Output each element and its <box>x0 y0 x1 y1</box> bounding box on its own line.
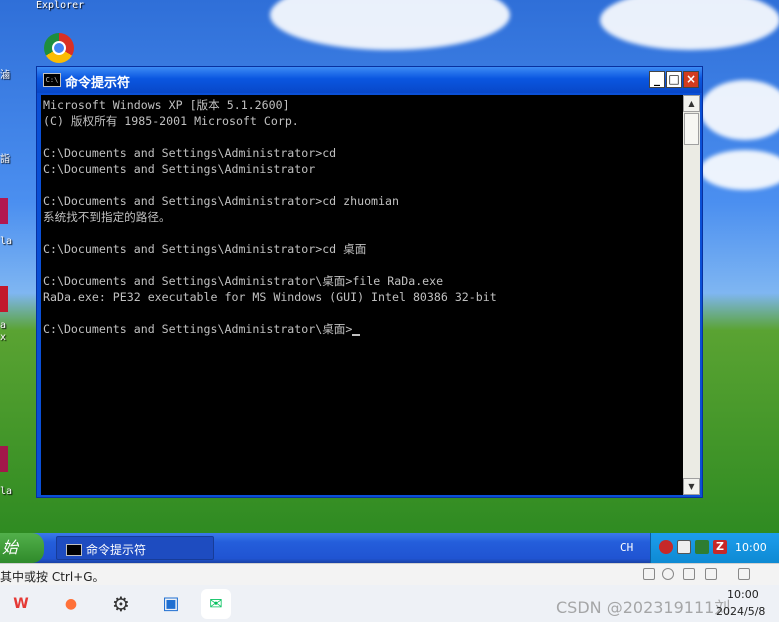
tray-clock[interactable]: 10:00 <box>735 541 767 554</box>
cloud <box>700 80 779 140</box>
console-line: C:\Documents and Settings\Administrator>… <box>43 242 367 256</box>
cloud <box>270 0 510 50</box>
console-line: C:\Documents and Settings\Administrator\… <box>43 274 444 288</box>
console-line: (C) 版权所有 1985-2001 Microsoft Corp. <box>43 114 299 128</box>
console-prompt: C:\Documents and Settings\Administrator\… <box>43 322 353 336</box>
desktop-icon-label: 滷 <box>0 70 10 81</box>
console-prompt-line[interactable]: C:\Documents and Settings\Administrator\… <box>43 321 361 337</box>
scroll-down-arrow-icon[interactable]: ▼ <box>683 478 700 495</box>
taskbar-item-cmd[interactable]: 命令提示符 <box>56 536 214 560</box>
cloud <box>600 0 779 50</box>
status-hint: 其中或按 Ctrl+G。 <box>0 570 105 584</box>
cd-icon[interactable] <box>662 568 674 580</box>
settings-gear-icon[interactable]: ⚙ <box>106 589 136 619</box>
cmd-icon[interactable]: C:\ <box>43 73 61 87</box>
app-icon[interactable] <box>0 446 8 472</box>
window-titlebar[interactable]: C:\ 命令提示符 _ □ × <box>37 67 702 93</box>
console-line: Microsoft Windows XP [版本 5.1.2600] <box>43 98 290 112</box>
host-clock-date[interactable]: 2024/5/8 <box>716 605 765 618</box>
window-title: 命令提示符 <box>65 76 131 91</box>
desktop-icon-label: la <box>0 486 13 497</box>
host-taskbar: W ● ⚙ ▣ ✉ CSDN @202319111刘 10:00 2024/5/… <box>0 585 779 622</box>
screen-icon[interactable] <box>738 568 750 580</box>
console-line: 系统找不到指定的路径。 <box>43 210 171 224</box>
scroll-thumb[interactable] <box>684 113 699 145</box>
filezilla-icon[interactable]: Z <box>713 540 727 554</box>
desktop-icon-label: x <box>0 332 7 343</box>
taskbar-item-label: 命令提示符 <box>86 543 147 557</box>
maximize-button[interactable]: □ <box>666 71 682 88</box>
wps-icon[interactable]: W <box>6 589 36 619</box>
cmd-icon <box>66 544 82 556</box>
host-clock-time[interactable]: 10:00 <box>727 588 759 601</box>
vertical-scrollbar[interactable]: ▲ ▼ <box>683 95 700 495</box>
scroll-up-arrow-icon[interactable]: ▲ <box>683 95 700 112</box>
desktop-label-explorer: Explorer <box>36 0 85 11</box>
desktop-icon-label: la <box>0 236 13 247</box>
desktop-left-icons: 滷 詣 la a x la <box>0 0 14 533</box>
system-tray: Z 10:00 <box>650 533 779 563</box>
app-icon[interactable] <box>0 198 8 224</box>
language-indicator[interactable]: CH <box>620 541 633 554</box>
xp-taskbar: 始 命令提示符 CH Z 10:00 <box>0 533 779 563</box>
shield-icon[interactable] <box>659 540 673 554</box>
firefox-icon[interactable]: ● <box>56 589 86 619</box>
watermark: CSDN @202319111刘 <box>556 598 731 617</box>
vm-status-bar: 其中或按 Ctrl+G。 <box>0 563 779 586</box>
close-button[interactable]: × <box>683 71 699 88</box>
console-line: C:\Documents and Settings\Administrator>… <box>43 146 337 160</box>
console-line: C:\Documents and Settings\Administrator>… <box>43 194 399 208</box>
network-icon[interactable] <box>695 540 709 554</box>
desktop-icon-label: a <box>0 320 7 331</box>
vm-icon[interactable] <box>677 540 691 554</box>
cloud <box>700 150 779 190</box>
desktop-icon-label: 詣 <box>0 154 10 165</box>
wechat-icon[interactable]: ✉ <box>201 589 231 619</box>
cmd-window[interactable]: C:\ 命令提示符 _ □ × Microsoft Windows XP [版本… <box>36 66 703 498</box>
text-cursor <box>352 334 361 336</box>
start-button[interactable]: 始 <box>0 533 44 563</box>
console-output[interactable]: Microsoft Windows XP [版本 5.1.2600] (C) 版… <box>41 95 683 495</box>
console-line: C:\Documents and Settings\Administrator <box>43 162 316 176</box>
wps-glyph: W <box>13 596 29 612</box>
network-icon[interactable] <box>705 568 717 580</box>
chrome-icon[interactable] <box>44 33 74 63</box>
console-line: RaDa.exe: PE32 executable for MS Windows… <box>43 290 497 304</box>
hdd-icon[interactable] <box>643 568 655 580</box>
app-icon[interactable] <box>0 286 8 312</box>
virtualbox-icon[interactable]: ▣ <box>156 589 186 619</box>
minimize-button[interactable]: _ <box>649 71 665 88</box>
xp-desktop: Explorer 滷 詣 la a x la C:\ 命令提示符 _ □ × M… <box>0 0 779 533</box>
usb-icon[interactable] <box>683 568 695 580</box>
